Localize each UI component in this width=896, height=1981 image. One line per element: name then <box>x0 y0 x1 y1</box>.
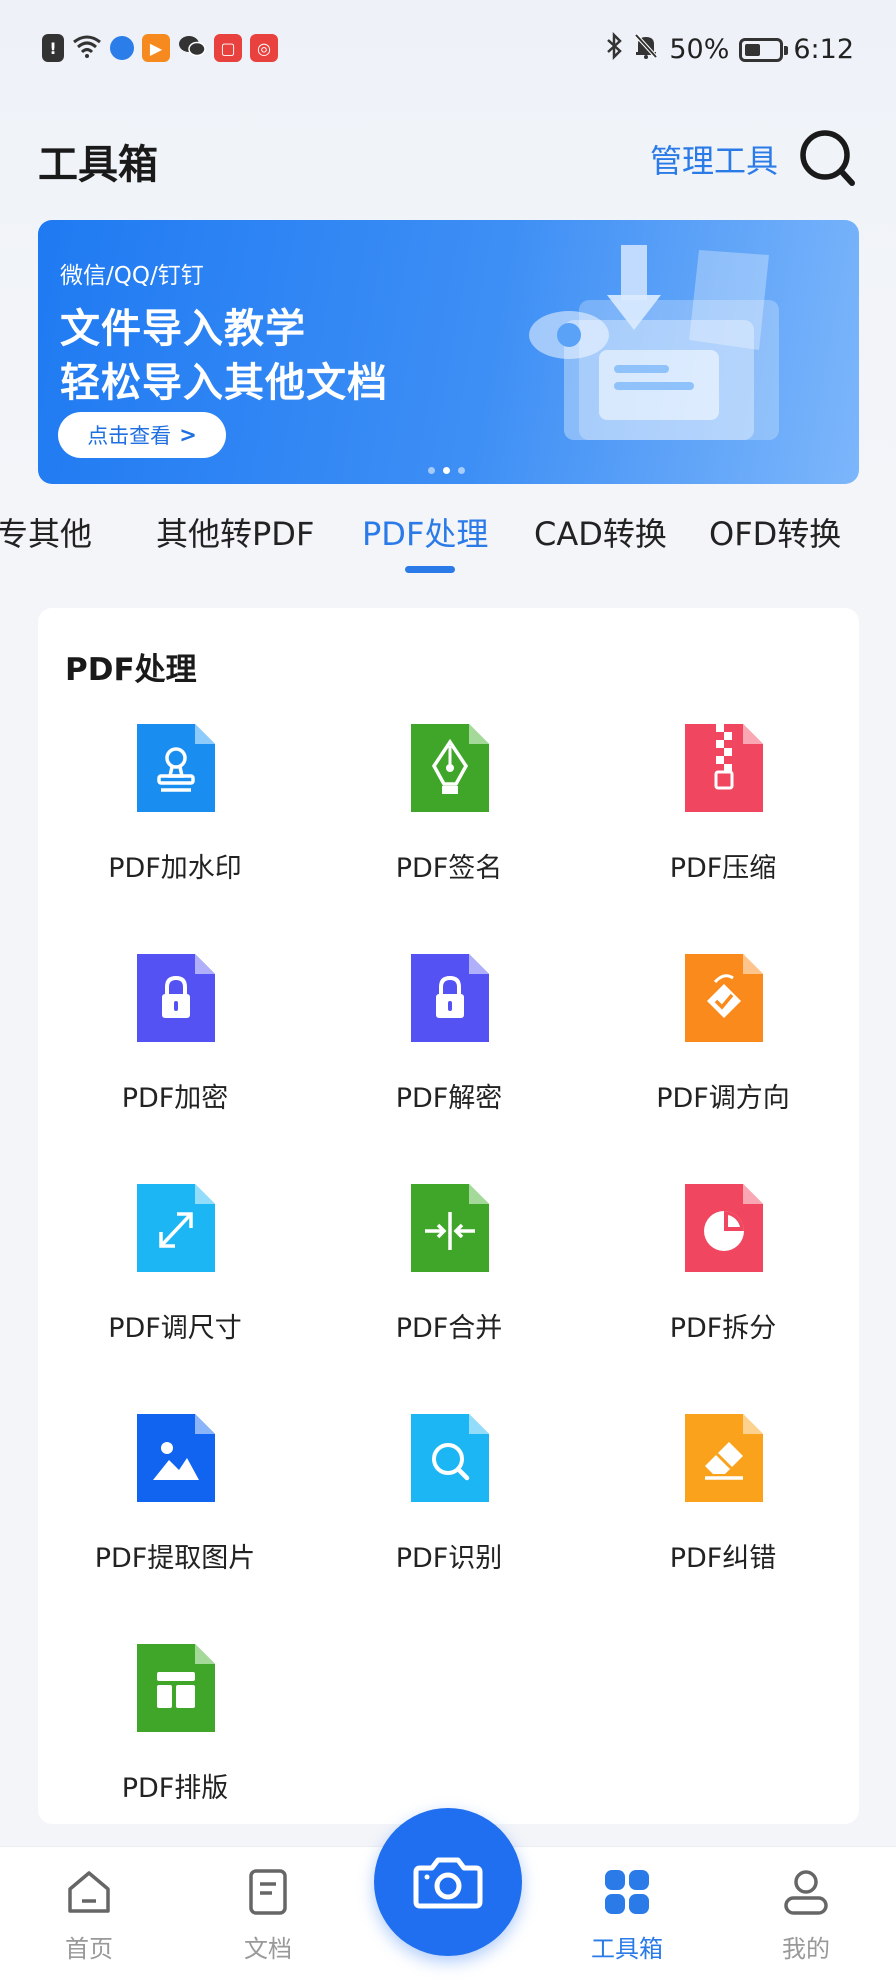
pdf-tools-card: PDF处理 PDF加水印 PDF签名 PDF压缩 PDF加密 PDF解密 PDF… <box>38 608 859 1824</box>
tool-label: PDF合并 <box>395 1313 503 1344</box>
tool-label: PDF提取图片 <box>94 1543 256 1574</box>
mute-bell-icon <box>633 32 659 67</box>
chevron-right-icon: > <box>179 423 197 447</box>
home-icon <box>68 1871 110 1913</box>
image-icon <box>137 1414 215 1502</box>
tool-pdf-merge[interactable]: PDF合并 <box>312 1184 586 1344</box>
promo-banner[interactable]: 微信/QQ/钉钉 文件导入教学 轻松导入其他文档 点击查看 > <box>38 220 859 484</box>
category-tabs: 专其他 其他转PDF PDF处理 CAD转换 OFD转换 <box>0 505 896 575</box>
tool-label: PDF加密 <box>121 1083 229 1114</box>
nav-label: 文档 <box>244 1935 292 1963</box>
battery-percent: 50% <box>669 34 730 65</box>
status-bar: ! ▶ ▢ ◎ 50% 6:12 <box>0 0 896 100</box>
browser-icon <box>110 36 134 60</box>
tool-pdf-resize[interactable]: PDF调尺寸 <box>38 1184 312 1344</box>
resize-icon <box>137 1184 215 1272</box>
stamp-icon <box>137 724 215 812</box>
file-import-illustration <box>529 245 779 440</box>
video-app-icon: ▶ <box>142 34 170 62</box>
rotate-icon <box>685 954 763 1042</box>
tool-pdf-rotate[interactable]: PDF调方向 <box>586 954 860 1114</box>
zip-icon <box>685 724 763 812</box>
banner-dot <box>458 467 465 474</box>
eraser-icon <box>685 1414 763 1502</box>
layout-icon <box>137 1644 215 1732</box>
tool-pdf-encrypt[interactable]: PDF加密 <box>38 954 312 1114</box>
tool-label: PDF解密 <box>395 1083 503 1114</box>
tab-to-other[interactable]: 专其他 <box>0 509 92 555</box>
banner-dot <box>428 467 435 474</box>
battery-icon <box>739 37 789 62</box>
active-tab-indicator <box>405 566 455 573</box>
tool-pdf-watermark[interactable]: PDF加水印 <box>38 724 312 884</box>
tab-cad-convert[interactable]: CAD转换 <box>534 509 667 555</box>
tab-ofd-convert[interactable]: OFD转换 <box>709 509 841 555</box>
bluetooth-icon <box>605 31 623 67</box>
tool-label: PDF排版 <box>121 1773 229 1804</box>
nav-label: 工具箱 <box>591 1935 663 1963</box>
camera-icon <box>413 1857 483 1909</box>
tool-pdf-extract-images[interactable]: PDF提取图片 <box>38 1414 312 1574</box>
tool-pdf-decrypt[interactable]: PDF解密 <box>312 954 586 1114</box>
pie-split-icon <box>685 1184 763 1272</box>
banner-title-line1: 文件导入教学 <box>60 306 306 352</box>
tool-label: PDF加水印 <box>108 853 242 884</box>
merge-icon <box>411 1184 489 1272</box>
nav-home[interactable]: 首页 <box>29 1867 149 1964</box>
grid-icon <box>605 1870 649 1914</box>
status-system-icons: 50% 6:12 <box>605 31 854 67</box>
banner-view-button[interactable]: 点击查看 > <box>58 412 226 458</box>
lock-icon <box>411 954 489 1042</box>
wechat-icon <box>178 34 206 62</box>
tool-label: PDF纠错 <box>669 1543 777 1574</box>
page-title: 工具箱 <box>38 142 158 188</box>
clock: 6:12 <box>793 34 854 65</box>
tool-label: PDF拆分 <box>669 1313 777 1344</box>
book-app-icon: ▢ <box>214 34 242 62</box>
tool-label: PDF识别 <box>395 1543 503 1574</box>
nav-profile[interactable]: 我的 <box>746 1867 866 1964</box>
banner-button-label: 点击查看 <box>87 424 172 448</box>
section-title: PDF处理 <box>65 652 197 688</box>
magnifier-icon <box>411 1414 489 1502</box>
nav-documents[interactable]: 文档 <box>208 1867 328 1964</box>
tool-pdf-compress[interactable]: PDF压缩 <box>586 724 860 884</box>
nav-toolbox[interactable]: 工具箱 <box>567 1867 687 1964</box>
search-button[interactable] <box>798 128 858 188</box>
document-icon <box>249 1869 287 1915</box>
tab-other-to-pdf[interactable]: 其他转PDF <box>156 509 314 555</box>
tool-label: PDF调方向 <box>656 1083 790 1114</box>
header: 工具箱 管理工具 <box>38 128 858 192</box>
search-icon <box>800 130 855 186</box>
tab-pdf-processing[interactable]: PDF处理 <box>362 509 488 555</box>
tool-pdf-layout[interactable]: PDF排版 <box>38 1644 312 1804</box>
manage-tools-link[interactable]: 管理工具 <box>650 136 778 182</box>
camera-scan-button[interactable] <box>374 1808 522 1956</box>
tool-label: PDF压缩 <box>669 853 777 884</box>
status-notification-icons: ! ▶ ▢ ◎ <box>42 34 278 62</box>
banner-dot-active <box>443 467 450 474</box>
banner-title-line2: 轻松导入其他文档 <box>60 360 388 406</box>
nav-label: 首页 <box>65 1935 113 1963</box>
alert-icon: ! <box>42 34 64 62</box>
pen-nib-icon <box>411 724 489 812</box>
banner-subtitle: 微信/QQ/钉钉 <box>60 263 204 289</box>
shopping-app-icon: ◎ <box>250 34 278 62</box>
tool-label: PDF签名 <box>395 853 503 884</box>
banner-pager <box>428 467 465 474</box>
lock-icon <box>137 954 215 1042</box>
tool-label: PDF调尺寸 <box>108 1313 242 1344</box>
tool-pdf-signature[interactable]: PDF签名 <box>312 724 586 884</box>
profile-icon <box>784 1870 828 1915</box>
tool-pdf-ocr[interactable]: PDF识别 <box>312 1414 586 1574</box>
wifi-icon <box>72 34 102 62</box>
tool-pdf-split[interactable]: PDF拆分 <box>586 1184 860 1344</box>
tool-pdf-correct[interactable]: PDF纠错 <box>586 1414 860 1574</box>
nav-label: 我的 <box>782 1935 830 1963</box>
